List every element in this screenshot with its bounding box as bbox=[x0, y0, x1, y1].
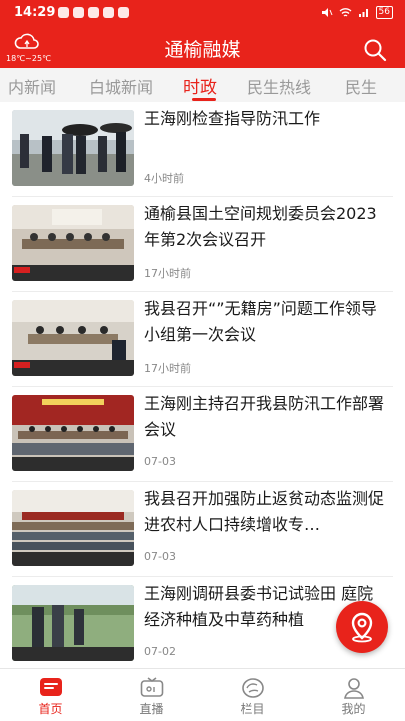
news-time: 17小时前 bbox=[144, 362, 191, 375]
user-icon bbox=[344, 678, 364, 699]
status-bar: 14:29 56 bbox=[0, 0, 405, 28]
nav-live-label: 直播 bbox=[139, 702, 164, 716]
nav-columns[interactable]: 栏目 bbox=[202, 669, 303, 721]
home-icon bbox=[40, 678, 62, 696]
news-title: 我县召开“”无籍房”问题工作领导小组第一次会议 bbox=[144, 299, 377, 344]
news-thumbnail bbox=[12, 585, 134, 661]
news-title: 通榆县国土空间规划委员会2023年第2次会议召开 bbox=[144, 204, 377, 249]
news-title: 王海刚检查指导防汛工作 bbox=[144, 109, 321, 128]
tab-politics[interactable]: 时政 bbox=[183, 73, 217, 98]
app-notification-icon bbox=[58, 7, 69, 18]
nav-home-label: 首页 bbox=[38, 702, 63, 716]
news-thumbnail bbox=[12, 205, 134, 281]
signal-icon bbox=[358, 8, 368, 17]
battery-level: 56 bbox=[375, 6, 393, 19]
news-item[interactable]: 通榆县国土空间规划委员会2023年第2次会议召开 17小时前 bbox=[0, 197, 405, 292]
news-item[interactable]: 我县召开加强防止返贫动态监测促进农村人口持续增收专… 07-03 bbox=[0, 482, 405, 577]
app-notification-icon bbox=[118, 7, 129, 18]
location-pin-icon bbox=[351, 612, 373, 643]
news-time: 07-02 bbox=[144, 645, 176, 658]
wifi-icon bbox=[339, 7, 351, 17]
active-tab-indicator bbox=[192, 98, 216, 101]
nav-profile-label: 我的 bbox=[341, 702, 366, 716]
tab-livelihood[interactable]: 民生 bbox=[345, 74, 377, 98]
category-tabs: 内新闻 白城新闻 时政 民生热线 民生 bbox=[0, 68, 405, 102]
nav-home[interactable]: 首页 bbox=[0, 669, 101, 721]
notification-icons bbox=[58, 7, 129, 18]
news-thumbnail bbox=[12, 110, 134, 186]
status-time: 14:29 bbox=[14, 5, 56, 20]
app-title: 通榆融媒 bbox=[164, 39, 241, 61]
news-time: 17小时前 bbox=[144, 267, 191, 280]
news-item[interactable]: 我县召开“”无籍房”问题工作领导小组第一次会议 17小时前 bbox=[0, 292, 405, 387]
mute-icon bbox=[321, 8, 333, 17]
nav-live[interactable]: 直播 bbox=[101, 669, 202, 721]
news-time: 07-03 bbox=[144, 455, 176, 468]
app-notification-icon bbox=[73, 7, 84, 18]
nav-profile[interactable]: 我的 bbox=[303, 669, 404, 721]
status-indicators: 56 bbox=[321, 6, 393, 19]
news-thumbnail bbox=[12, 490, 134, 566]
news-time: 07-03 bbox=[144, 550, 176, 563]
news-title: 王海刚主持召开我县防汛工作部署会议 bbox=[144, 394, 385, 439]
app-notification-icon bbox=[103, 7, 114, 18]
news-item[interactable]: 王海刚主持召开我县防汛工作部署会议 07-03 bbox=[0, 387, 405, 482]
search-icon[interactable] bbox=[363, 38, 387, 62]
live-tv-icon bbox=[140, 677, 164, 697]
news-list: 王海刚检查指导防汛工作 4小时前 通榆县国土空间规划委员会2023年第2次会议召… bbox=[0, 102, 405, 668]
app-header: 14:29 56 18℃~25℃ 通榆融媒 bbox=[0, 0, 405, 68]
news-item[interactable]: 王海刚检查指导防汛工作 4小时前 bbox=[0, 102, 405, 197]
news-title: 我县召开加强防止返贫动态监测促进农村人口持续增收专… bbox=[144, 489, 385, 534]
columns-icon bbox=[242, 678, 264, 698]
tab-livelihood-hotline[interactable]: 民生热线 bbox=[247, 74, 311, 98]
news-thumbnail bbox=[12, 300, 134, 376]
nav-columns-label: 栏目 bbox=[240, 702, 265, 716]
app-notification-icon bbox=[88, 7, 99, 18]
news-time: 4小时前 bbox=[144, 172, 184, 185]
tab-baicheng-news[interactable]: 白城新闻 bbox=[89, 74, 153, 98]
tab-local-news[interactable]: 内新闻 bbox=[8, 74, 56, 98]
location-fab[interactable] bbox=[336, 601, 388, 653]
news-thumbnail bbox=[12, 395, 134, 471]
bottom-navigation: 首页 直播 栏目 我的 bbox=[0, 668, 405, 721]
